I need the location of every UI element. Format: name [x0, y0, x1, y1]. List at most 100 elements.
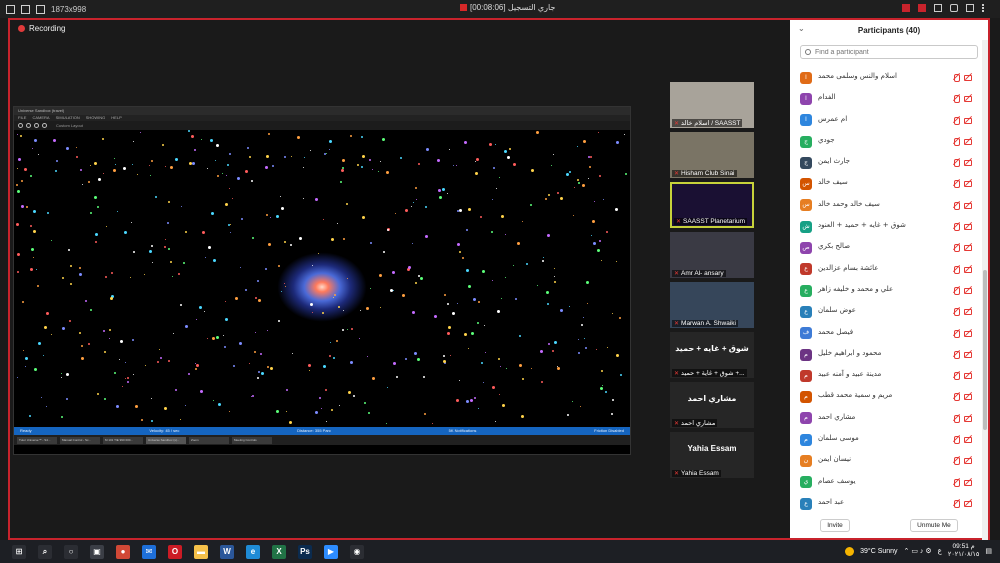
participant-row[interactable]: م مشاري احمد: [790, 408, 982, 429]
participant-row[interactable]: س سيف خالد وحمد خالد: [790, 195, 982, 216]
participant-search[interactable]: [800, 45, 978, 59]
star: [78, 267, 81, 270]
notifications-icon[interactable]: ▤: [985, 547, 992, 555]
participant-row[interactable]: ع عوض سلمان: [790, 301, 982, 322]
chrome-icon[interactable]: ●: [116, 544, 130, 559]
star: [140, 418, 143, 421]
menu-showing[interactable]: SHOWING: [86, 115, 106, 121]
star-field[interactable]: [15, 130, 629, 427]
mail-icon[interactable]: ✉: [142, 544, 156, 559]
participant-row[interactable]: ج جودي: [790, 131, 982, 152]
layout-icon[interactable]: [21, 4, 30, 14]
participant-row[interactable]: م مريم و سمية محمد قطب: [790, 386, 982, 407]
participant-row[interactable]: ج جارث ايمن: [790, 152, 982, 173]
menu-camera[interactable]: CAMERA: [32, 115, 49, 121]
video-tile[interactable]: مشاري احمد ✕ مشاري احمد: [670, 382, 754, 428]
star: [110, 297, 114, 301]
star: [144, 365, 146, 367]
tray-icons[interactable]: ⌃ ▭ ♪ ⚙: [904, 547, 932, 555]
muted-mic-icon: [952, 265, 960, 274]
participant-row[interactable]: م محمود و ابراهيم خليل: [790, 344, 982, 365]
windows-taskbar: ⊞ ⌕ ○ ▣ ● ✉ O ▬ We X Ps ▶ ◉ 39°C Sunny ⌃ ▭ ♪ ⚙ ع 09:…: [0, 540, 1000, 563]
pen-icon[interactable]: [934, 4, 942, 12]
star: [267, 132, 270, 135]
word-icon[interactable]: W: [220, 544, 234, 559]
more-icon[interactable]: [982, 4, 990, 12]
video-tile[interactable]: ✕ Hisham Club Sinai: [670, 132, 754, 178]
menu-file[interactable]: FILE: [18, 115, 26, 121]
participant-row[interactable]: ا اسلام والنس وسلمى محمد: [790, 67, 982, 88]
video-tile[interactable]: ✕ SAASST Planetarium: [670, 182, 754, 228]
shared-task-item[interactable]: Universe Sandbox (s)...: [146, 436, 186, 444]
star: [151, 262, 153, 264]
settings-icon[interactable]: [26, 123, 31, 128]
language-indicator[interactable]: ع: [938, 547, 942, 555]
camera-icon[interactable]: [950, 4, 958, 12]
invite-button[interactable]: Invite: [820, 519, 850, 532]
participant-row[interactable]: م مدينة عبيد و آمنه عبيد: [790, 365, 982, 386]
video-tile[interactable]: Yahia Essam ✕ Yahia Essam: [670, 432, 754, 478]
video-tile[interactable]: ✕ اسلام خالد / SAASST: [670, 82, 754, 128]
star: [29, 174, 32, 177]
star: [112, 169, 116, 173]
scrollbar-thumb[interactable]: [983, 270, 987, 430]
opera-icon[interactable]: O: [168, 544, 182, 559]
shared-task-item[interactable]: Zoom: [189, 436, 229, 444]
clock[interactable]: 09:51 م ٢٠٢١/٠٨/١٥: [948, 543, 980, 559]
participant-row[interactable]: ش شوق + غايه + حميد + العنود: [790, 216, 982, 237]
record-icon[interactable]: ◉: [350, 544, 364, 559]
collapse-chevron-icon[interactable]: ⌄: [798, 24, 805, 33]
photoshop-icon[interactable]: Ps: [298, 544, 312, 559]
unmute-me-button[interactable]: Unmute Me: [910, 519, 958, 532]
participant-row[interactable]: ا الفدام: [790, 88, 982, 109]
participant-row[interactable]: س سيف خالد: [790, 173, 982, 194]
star: [167, 248, 170, 251]
star: [576, 179, 579, 182]
excel-icon[interactable]: X: [272, 544, 286, 559]
participant-row[interactable]: ن نيسان ايمن: [790, 450, 982, 471]
play-icon[interactable]: [18, 123, 23, 128]
search-input[interactable]: [815, 48, 965, 56]
weather-text[interactable]: 39°C Sunny: [860, 548, 897, 555]
info-icon[interactable]: [42, 123, 47, 128]
participant-row[interactable]: ع عائشة بسام عزالدين: [790, 259, 982, 280]
participant-row[interactable]: ي يوسف عصام: [790, 472, 982, 493]
participant-row[interactable]: ف فيصل محمد: [790, 323, 982, 344]
participant-row[interactable]: ع علي و محمد و خليفه زاهر: [790, 280, 982, 301]
stop-icon[interactable]: [918, 4, 926, 12]
window-icon[interactable]: [6, 4, 15, 14]
shared-task-item[interactable]: M 101 TIE 990 000...: [103, 436, 143, 444]
participant-row[interactable]: ص صالح بكري: [790, 237, 982, 258]
store-icon[interactable]: ▣: [90, 544, 104, 559]
edge-icon[interactable]: e: [246, 544, 260, 559]
menu-help[interactable]: HELP: [111, 115, 121, 121]
star: [470, 399, 474, 402]
pause-icon[interactable]: [902, 4, 910, 12]
edit-icon[interactable]: [966, 4, 974, 12]
zoom-icon[interactable]: ▶: [324, 544, 338, 559]
split-icon[interactable]: [36, 4, 45, 14]
participant-row[interactable]: ا ام عمرس: [790, 110, 982, 131]
shared-task-item[interactable]: Manual Control - Sc...: [60, 436, 100, 444]
star: [130, 276, 132, 278]
star: [506, 368, 508, 369]
shared-task-item[interactable]: Tutor Universe™ - S4...: [17, 436, 57, 444]
explorer-icon[interactable]: ▬: [194, 544, 208, 559]
video-tile[interactable]: ✕ Marwan A. Shwaiki: [670, 282, 754, 328]
video-tile[interactable]: ✕ Amr Al- ansary: [670, 232, 754, 278]
video-tile[interactable]: شوق + غايه + حميد ✕ شوق + غاية + حميد +...: [670, 332, 754, 378]
search-icon[interactable]: ⌕: [38, 544, 52, 559]
start-icon[interactable]: ⊞: [12, 544, 26, 559]
clock-icon[interactable]: [34, 123, 39, 128]
star: [120, 340, 124, 344]
layout-label[interactable]: Custom Layout: [56, 123, 83, 128]
participant-row[interactable]: م موسى سلمان: [790, 429, 982, 450]
star: [30, 247, 34, 251]
cortana-icon[interactable]: ○: [64, 544, 78, 559]
shared-screen[interactable]: Universe Sandbox (travel) FILE CAMERA SI…: [13, 106, 631, 455]
star: [50, 240, 52, 241]
participant-row[interactable]: ع عبد احمد: [790, 493, 982, 514]
menu-simulation[interactable]: SIMULATION: [56, 115, 80, 121]
panel-scrollbar[interactable]: [982, 40, 988, 540]
shared-task-item[interactable]: Meeting Controls: [232, 436, 272, 444]
